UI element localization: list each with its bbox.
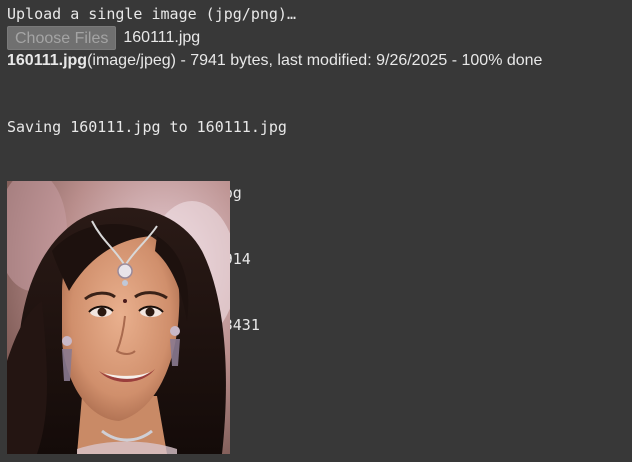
uploaded-filename: 160111.jpg (7, 52, 88, 69)
choose-files-button[interactable]: Choose Files (7, 26, 117, 50)
file-upload-widget: Choose Files 160111.jpg (7, 26, 200, 50)
uploaded-face-image (7, 181, 230, 454)
chosen-file-name: 160111.jpg (123, 29, 201, 46)
log-line-saving: Saving 160111.jpg to 160111.jpg (7, 118, 287, 136)
upload-status-line: 160111.jpg(image/jpeg) - 7941 bytes, las… (7, 51, 542, 71)
cell-output: Upload a single image (jpg/png)… Choose … (0, 0, 632, 462)
upload-details: (image/jpeg) - 7941 bytes, last modified… (87, 52, 543, 69)
upload-prompt-text: Upload a single image (jpg/png)… (7, 5, 296, 23)
